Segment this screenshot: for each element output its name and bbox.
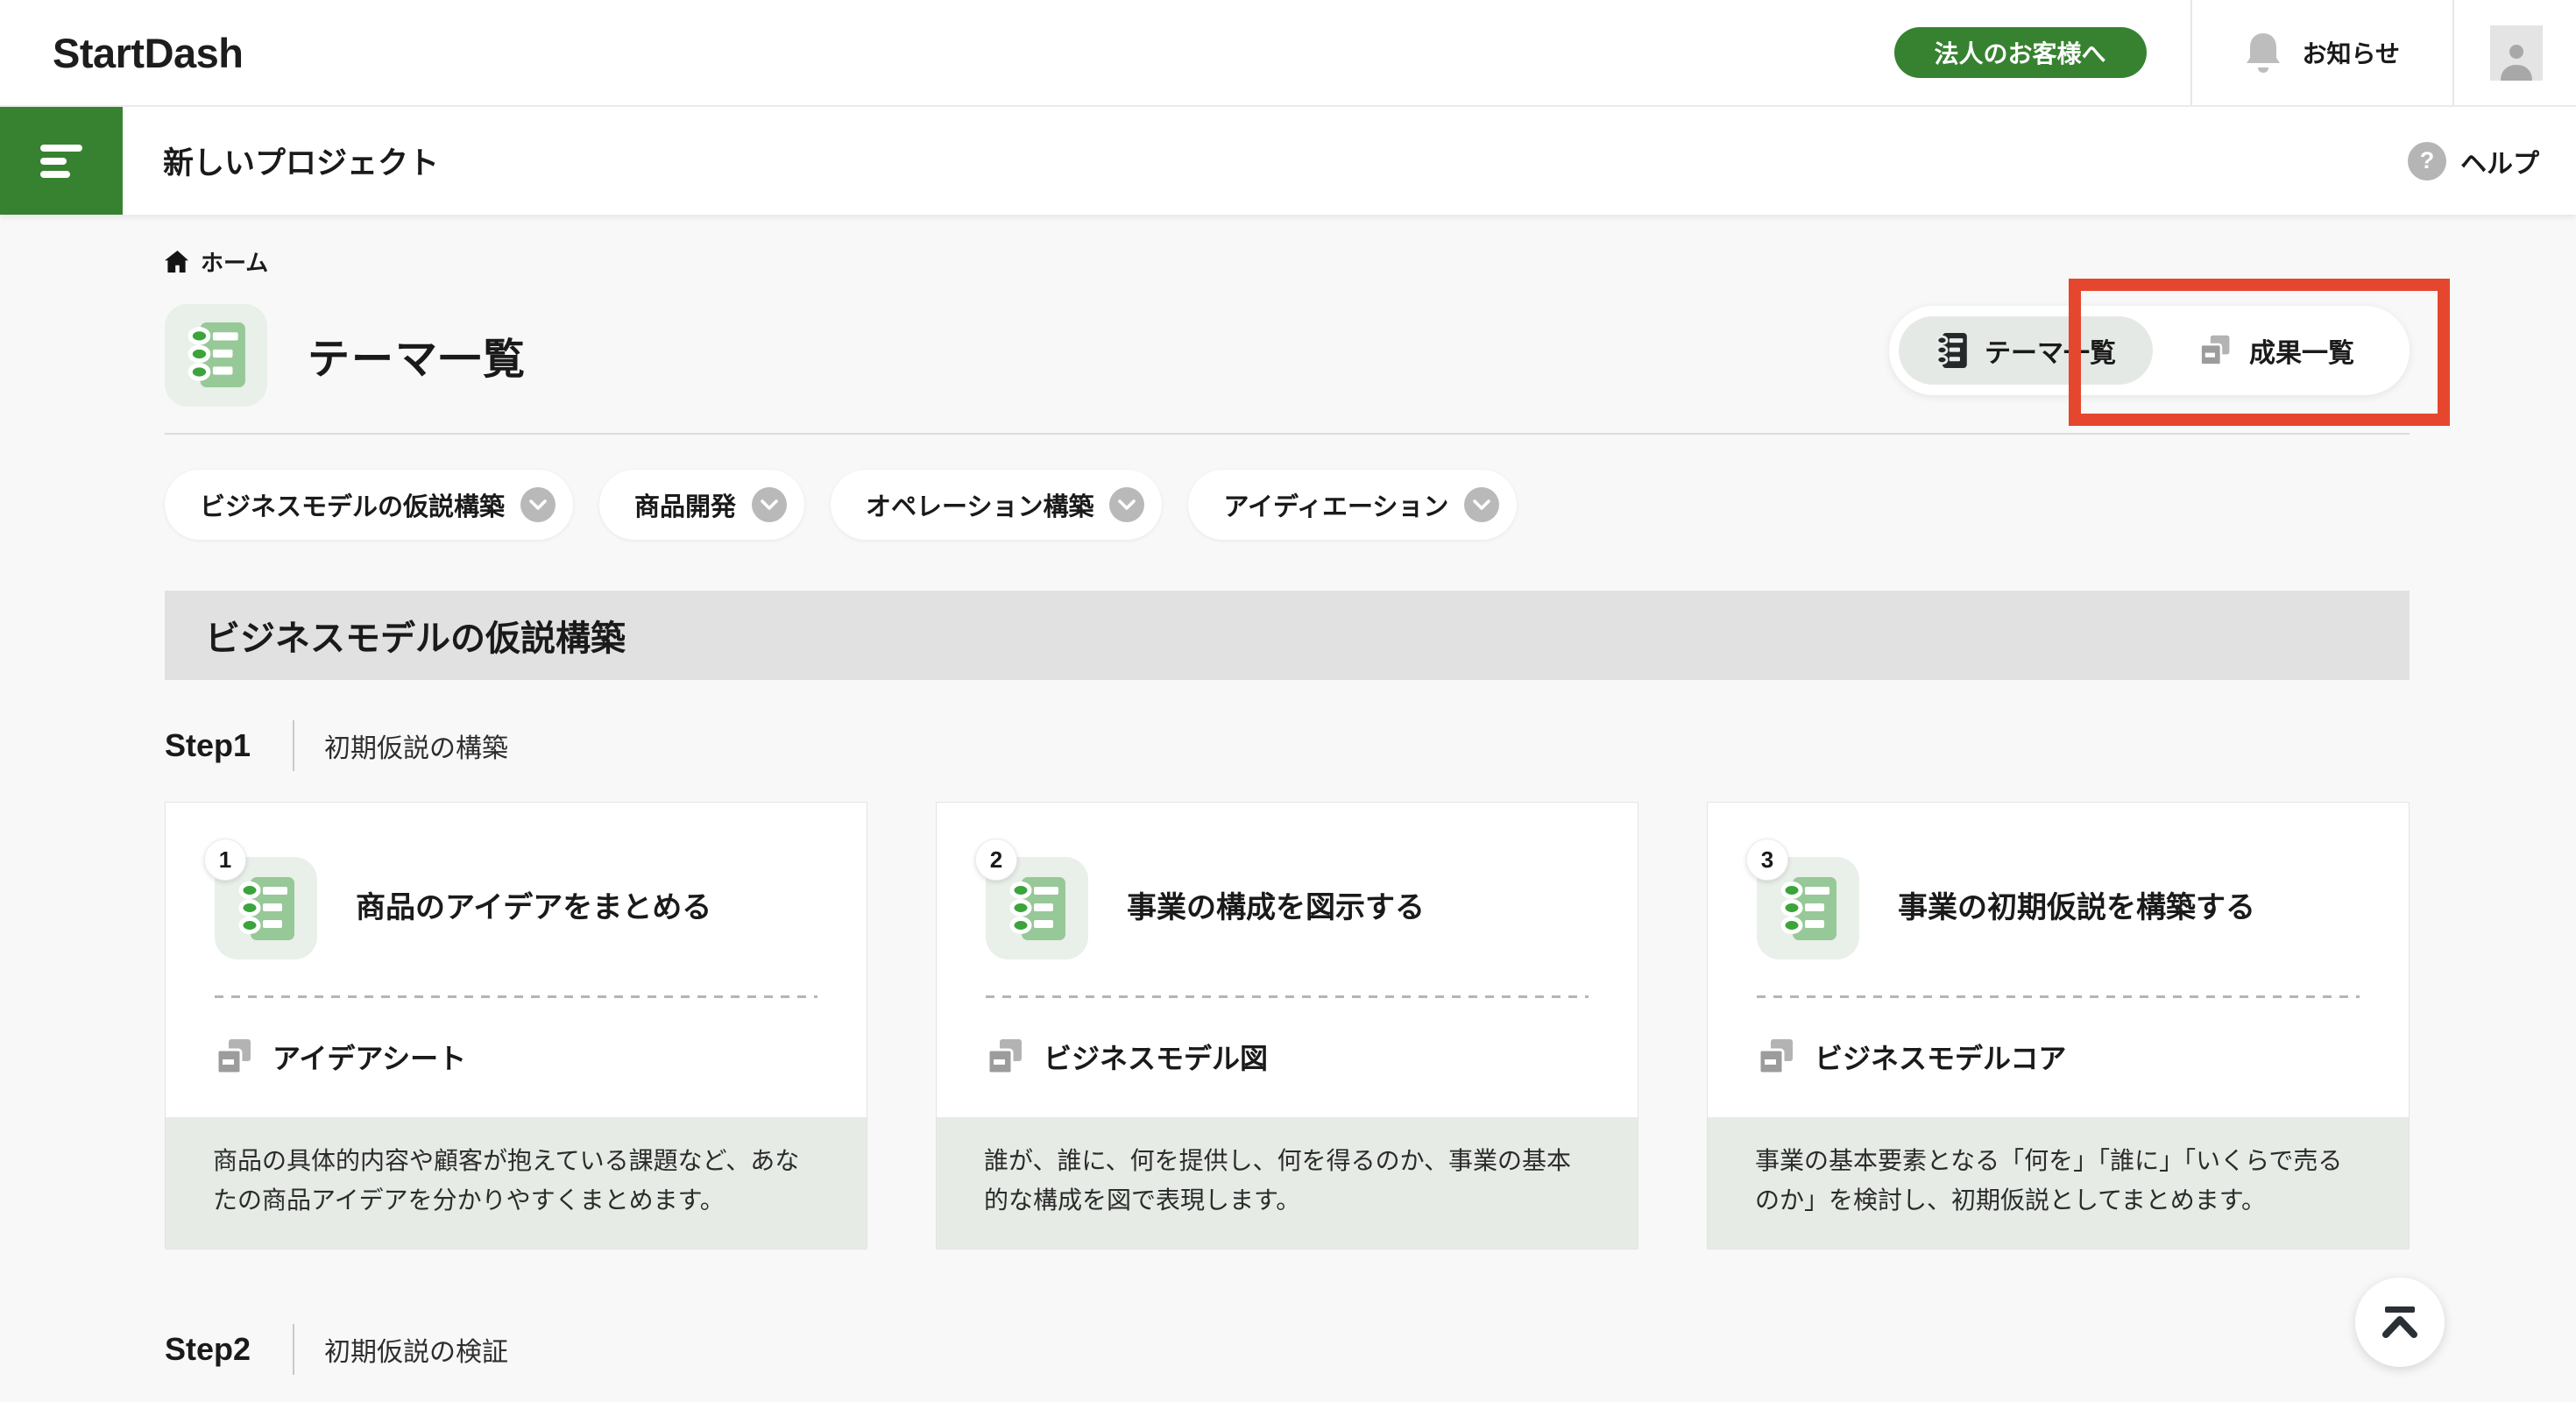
tab-theme-list-label: テーマ一覧 <box>1985 331 2116 370</box>
step2-name: 初期仮説の検証 <box>324 1330 508 1369</box>
hamburger-menu-button[interactable] <box>0 107 123 215</box>
artifact-windows-icon <box>1757 1037 1795 1076</box>
artifact-windows-icon <box>215 1037 253 1076</box>
theme-card-grid: 1 商品のアイデアをまとめる <box>165 802 2410 1250</box>
main-content: ホーム テーマ一覧 <box>0 215 2576 1375</box>
hamburger-icon <box>40 145 82 152</box>
artifact-row: ビジネスモデルコア <box>1757 1037 2360 1077</box>
step-divider <box>293 720 294 771</box>
card-title: 事業の初期仮説を構築する <box>1898 889 2255 929</box>
artifact-row: アイデアシート <box>215 1037 817 1077</box>
results-windows-icon <box>2198 334 2232 367</box>
breadcrumb-home-label: ホーム <box>201 245 268 278</box>
step1-row: Step1 初期仮説の構築 <box>165 720 2410 771</box>
filter-chip-label: 商品開発 <box>634 486 736 523</box>
filter-chip[interactable]: ビジネスモデルの仮説構築 <box>165 470 573 540</box>
card-description: 誰が、誰に、何を提供し、何を得るのか、事業の基本的な構成を図で表現します。 <box>937 1117 1638 1249</box>
tab-theme-list[interactable]: テーマ一覧 <box>1899 316 2153 385</box>
corporate-customers-button[interactable]: 法人のお客様へ <box>1894 27 2147 78</box>
artifact-name: ビジネスモデル図 <box>1044 1037 1268 1077</box>
account-menu[interactable] <box>2454 0 2576 105</box>
theme-card[interactable]: 3 事業の初期仮説を構築する <box>1707 802 2410 1250</box>
section-header: ビジネスモデルの仮説構築 <box>165 591 2410 680</box>
project-title: 新しいプロジェクト <box>163 138 439 183</box>
step2-row: Step2 初期仮説の検証 <box>165 1324 2410 1375</box>
card-description: 事業の基本要素となる「何を」「誰に」「いくらで売るのか」を検討し、初期仮説として… <box>1708 1117 2409 1249</box>
bell-icon <box>2245 32 2282 74</box>
card-number-badge: 2 <box>975 839 1017 881</box>
artifact-windows-icon <box>986 1037 1024 1076</box>
section-title: ビジネスモデルの仮説構築 <box>205 610 626 661</box>
chevron-down-icon[interactable] <box>520 487 556 522</box>
notifications-label: お知らせ <box>2303 35 2400 70</box>
card-title: 事業の構成を図示する <box>1127 889 1425 929</box>
help-label: ヘルプ <box>2460 142 2539 181</box>
question-mark-icon: ? <box>2408 142 2446 181</box>
theme-list-dark-icon <box>1936 333 1967 368</box>
card-header: 事業の構成を図示する <box>937 803 1638 959</box>
tab-results-list[interactable]: 成果一覧 <box>2153 316 2400 385</box>
home-icon <box>165 250 188 273</box>
card-number-badge: 1 <box>204 839 246 881</box>
page-title-row: テーマ一覧 テーマ一覧 <box>165 304 2410 406</box>
filter-chip[interactable]: アイディエーション <box>1188 470 1517 540</box>
artifact-row: ビジネスモデル図 <box>986 1037 1589 1077</box>
theme-card[interactable]: 1 商品のアイデアをまとめる <box>165 802 867 1250</box>
step-divider <box>293 1324 294 1375</box>
app-logo: StartDash <box>53 29 244 77</box>
chevron-down-icon[interactable] <box>752 487 787 522</box>
scroll-to-top-button[interactable] <box>2355 1278 2445 1367</box>
filter-chip-label: アイディエーション <box>1223 486 1448 523</box>
step1-name: 初期仮説の構築 <box>324 726 508 765</box>
chevron-down-icon[interactable] <box>1109 487 1144 522</box>
notifications-button[interactable]: お知らせ <box>2192 0 2452 105</box>
filter-chip[interactable]: オペレーション構築 <box>831 470 1162 540</box>
dashed-divider <box>215 995 817 998</box>
card-number-badge: 3 <box>1746 839 1788 881</box>
category-filter-row: ビジネスモデルの仮説構築 商品開発 オペレーション構築 アイディエーション <box>165 470 2410 540</box>
top-app-bar: StartDash 法人のお客様へ お知らせ <box>0 0 2576 107</box>
card-header: 事業の初期仮説を構築する <box>1708 803 2409 959</box>
card-header: 商品のアイデアをまとめる <box>166 803 867 959</box>
tab-results-list-label: 成果一覧 <box>2249 331 2354 370</box>
filter-chip-label: ビジネスモデルの仮説構築 <box>200 486 505 523</box>
filter-chip[interactable]: 商品開発 <box>599 470 804 540</box>
title-divider <box>165 433 2410 435</box>
topbar-right-group: 法人のお客様へ お知らせ <box>1894 0 2576 105</box>
artifact-name: アイデアシート <box>272 1037 466 1077</box>
card-description: 商品の具体的内容や顧客が抱えている課題など、あなたの商品アイデアを分かりやすくま… <box>166 1117 867 1249</box>
dashed-divider <box>1757 995 2360 998</box>
step1-label: Step1 <box>165 727 293 764</box>
dashed-divider <box>986 995 1589 998</box>
theme-list-icon <box>165 304 267 407</box>
user-avatar-icon <box>2490 25 2543 81</box>
theme-card[interactable]: 2 事業の構成を図示する <box>936 802 1638 1250</box>
filter-chip-label: オペレーション構築 <box>866 486 1093 523</box>
help-button[interactable]: ? ヘルプ <box>2408 142 2539 181</box>
arrow-up-to-line-icon <box>2381 1306 2418 1339</box>
chevron-down-icon[interactable] <box>1464 487 1499 522</box>
page-title: テーマ一覧 <box>308 324 527 386</box>
breadcrumb-home-link[interactable]: ホーム <box>165 248 268 274</box>
artifact-name: ビジネスモデルコア <box>1815 1037 2066 1077</box>
step2-label: Step2 <box>165 1331 293 1368</box>
card-title: 商品のアイデアをまとめる <box>356 889 711 929</box>
project-menu-bar: 新しいプロジェクト ? ヘルプ <box>0 107 2576 215</box>
view-toggle: テーマ一覧 成果一覧 <box>1889 306 2410 395</box>
